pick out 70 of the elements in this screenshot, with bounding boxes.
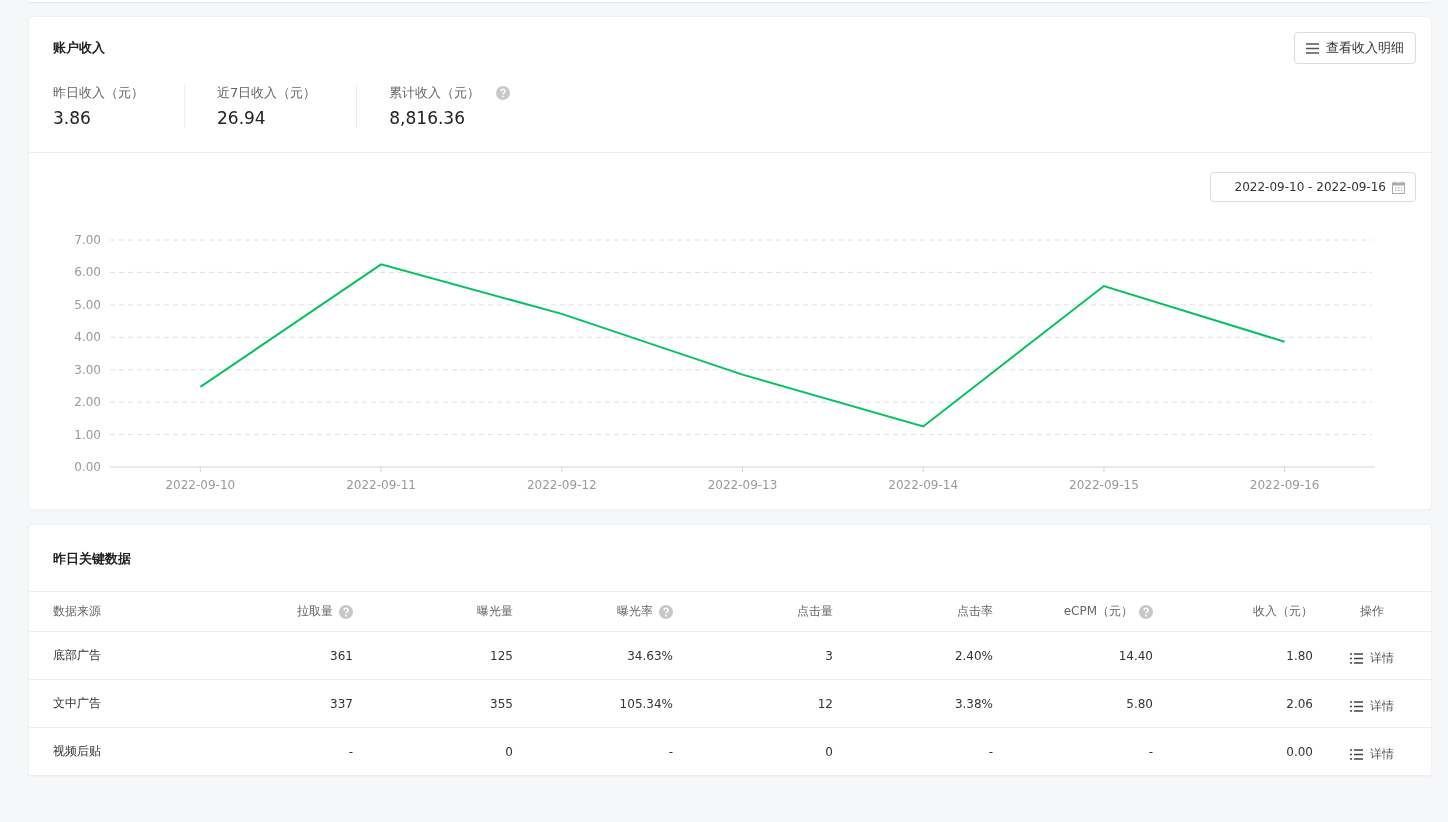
x-axis-label: 2022-09-15 [1069, 478, 1139, 492]
y-axis-label: 2.00 [74, 395, 101, 410]
table-cell: 2.06 [1286, 696, 1313, 711]
table-cell: 0.00 [1286, 744, 1313, 759]
help-icon[interactable] [496, 86, 511, 100]
calendar-icon [1392, 180, 1405, 194]
stat-value: 26.94 [217, 108, 267, 128]
x-axis-label: 2022-09-10 [165, 478, 236, 492]
y-axis-label: 5.00 [74, 297, 101, 312]
table-cell: - [668, 744, 673, 759]
table-cell: 355 [490, 696, 513, 711]
table-cell: 文中广告 [53, 695, 101, 712]
column-header: 操作 [1360, 603, 1384, 620]
table-cell: 34.63% [627, 648, 673, 663]
section-title: 账户收入 [53, 39, 105, 57]
table-cell: 3.38% [954, 696, 993, 711]
detail-link[interactable]: 详情 [1350, 740, 1394, 763]
y-axis-label: 0.00 [74, 460, 101, 474]
column-header: 点击率 [957, 603, 993, 620]
table-cell: - [988, 744, 993, 759]
stat-value: 3.86 [53, 108, 92, 128]
x-axis-label: 2022-09-13 [707, 478, 778, 492]
y-axis-label: 4.00 [74, 330, 101, 345]
table-cell: 3 [825, 648, 833, 663]
table-cell: 14.40 [1118, 648, 1153, 663]
help-icon[interactable] [1139, 604, 1153, 619]
column-header: eCPM（元） [1063, 603, 1133, 620]
list-icon [1350, 749, 1363, 760]
column-header: 曝光率 [617, 603, 653, 620]
section-title: 昨日关键数据 [53, 551, 131, 566]
table-cell: 0 [505, 744, 513, 759]
stat-label: 近7日收入（元） [217, 84, 317, 102]
stat-label: 累计收入（元） [389, 84, 481, 102]
table-cell: 5.80 [1126, 696, 1153, 711]
x-axis-label: 2022-09-14 [888, 478, 959, 492]
table-cell: 105.34% [619, 696, 673, 711]
table-cell: 视频后贴 [53, 743, 101, 760]
menu-icon [1306, 42, 1319, 54]
column-header: 数据来源 [53, 603, 101, 620]
column-header: 收入（元） [1253, 603, 1313, 620]
column-header: 曝光量 [477, 603, 513, 620]
table-cell: - [348, 744, 353, 759]
table-cell: - [1148, 744, 1153, 759]
table-cell: 361 [330, 648, 353, 663]
x-axis-label: 2022-09-12 [526, 478, 597, 492]
table-cell: 12 [817, 696, 833, 711]
income-detail-button[interactable]: 查看收入明细 [1294, 32, 1416, 64]
detail-link[interactable]: 详情 [1350, 692, 1394, 715]
table-cell: 底部广告 [53, 647, 101, 664]
x-axis-label: 2022-09-11 [346, 478, 416, 492]
y-axis-label: 6.00 [74, 265, 101, 280]
y-axis-label: 1.00 [74, 427, 101, 442]
help-icon[interactable] [659, 604, 673, 619]
table-cell: 2.40% [954, 648, 993, 663]
detail-link[interactable]: 详情 [1350, 644, 1394, 667]
column-header: 点击量 [797, 603, 833, 620]
y-axis-label: 7.00 [74, 233, 101, 247]
x-axis-label: 2022-09-16 [1249, 478, 1320, 492]
stat-value: 8,816.36 [389, 108, 466, 128]
table-cell: 0 [825, 744, 833, 759]
y-axis-label: 3.00 [74, 362, 101, 377]
list-icon [1350, 701, 1363, 712]
date-range-field[interactable]: 2022-09-10 - 2022-09-16 [1210, 172, 1416, 202]
table-cell: 1.80 [1286, 648, 1313, 663]
help-icon[interactable] [339, 604, 353, 619]
stat-label: 昨日收入（元） [53, 84, 144, 102]
column-header: 拉取量 [297, 603, 333, 620]
list-icon [1350, 653, 1363, 664]
table-cell: 337 [330, 696, 353, 711]
table-cell: 125 [490, 648, 513, 663]
